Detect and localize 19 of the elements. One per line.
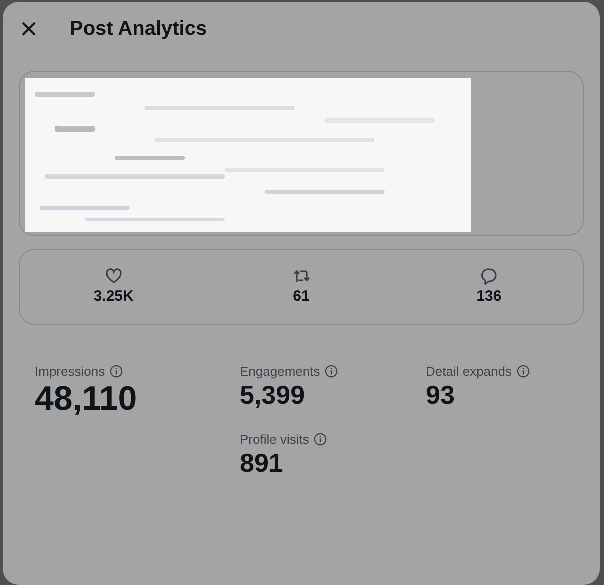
metric-value: 5,399 <box>240 379 306 411</box>
info-icon[interactable] <box>517 365 530 378</box>
count-value: 136 <box>476 288 502 305</box>
metric-label: Profile visits <box>240 432 310 447</box>
info-icon[interactable] <box>314 433 328 446</box>
count-value: 3.25K <box>94 288 134 305</box>
metric-value: 891 <box>240 447 284 479</box>
metric-value: 93 <box>426 379 456 411</box>
metric-value: 48,110 <box>35 379 138 419</box>
close-icon <box>21 21 37 37</box>
count-value: 61 <box>293 288 310 305</box>
metric-label: Engagements <box>240 364 320 379</box>
info-icon[interactable] <box>110 365 124 378</box>
metric-label: Impressions <box>35 364 106 379</box>
speech-bubble-icon <box>480 267 498 285</box>
metric-label: Detail expands <box>426 364 512 379</box>
dialog-title: Post Analytics <box>70 18 208 40</box>
heart-icon <box>104 267 123 285</box>
info-icon[interactable] <box>325 365 338 378</box>
